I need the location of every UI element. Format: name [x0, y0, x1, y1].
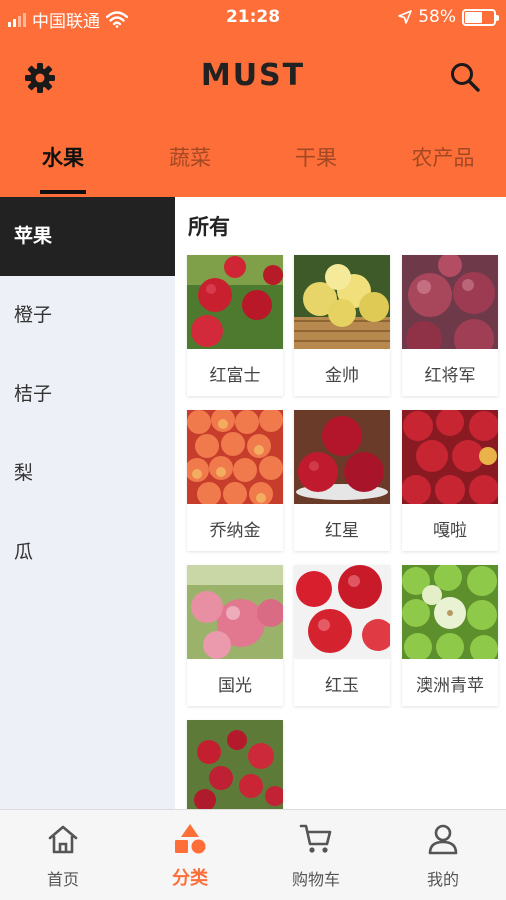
tab-fruit[interactable]: 水果: [0, 142, 126, 172]
battery-icon: [462, 8, 499, 26]
product-name: 嘎啦: [433, 521, 467, 541]
cart-icon: [299, 824, 332, 853]
product-card[interactable]: 红玉: [294, 565, 390, 706]
sidebar-item-melon[interactable]: 瓜: [0, 513, 175, 592]
tab-farm-products[interactable]: 农产品: [380, 142, 506, 172]
profile-icon: [428, 824, 458, 855]
product-name: 澳洲青苹: [416, 676, 484, 696]
search-icon[interactable]: [448, 60, 482, 94]
product-card[interactable]: 国光: [187, 565, 283, 706]
product-card[interactable]: [187, 720, 283, 809]
tabbar-home[interactable]: 首页: [0, 810, 126, 900]
product-name: 红将军: [424, 366, 476, 386]
app-title: MUST: [200, 58, 306, 93]
product-image: [187, 565, 283, 659]
tabbar-category-label: 分类: [172, 868, 208, 889]
tabbar-profile-label: 我的: [426, 870, 459, 889]
product-card[interactable]: 嘎啦: [402, 410, 498, 551]
category-tabs: 水果 蔬菜 干果 农产品: [0, 130, 506, 197]
product-image: [187, 410, 283, 506]
sidebar-item-tangerine[interactable]: 桔子: [0, 355, 175, 434]
bottom-tab-bar: 首页 分类 购物车 我的: [0, 809, 506, 900]
product-card[interactable]: 澳洲青苹: [402, 565, 498, 706]
product-card[interactable]: 金帅: [294, 255, 390, 396]
product-image: [402, 255, 498, 359]
tabbar-category[interactable]: 分类: [127, 810, 253, 900]
product-card[interactable]: 红富士: [187, 255, 283, 396]
product-name: 红玉: [325, 676, 359, 696]
category-icon: [175, 824, 206, 854]
tabbar-cart-label: 购物车: [291, 870, 340, 889]
tabbar-cart[interactable]: 购物车: [253, 810, 379, 900]
sidebar-item-orange[interactable]: 橙子: [0, 276, 175, 355]
product-image: [187, 720, 283, 809]
home-icon: [48, 825, 78, 854]
product-image: [402, 565, 498, 663]
product-card[interactable]: 红将军: [402, 255, 498, 396]
product-name: 红星: [325, 521, 359, 541]
product-name: 乔纳金: [209, 521, 261, 541]
tab-dried-fruit[interactable]: 干果: [253, 142, 379, 172]
product-image: [294, 410, 390, 504]
product-image: [294, 565, 390, 659]
status-bar: 中国联通 21:28 58%: [0, 0, 506, 34]
sidebar-item-apple[interactable]: 苹果: [0, 197, 175, 276]
product-panel: 所有 红富士 金帅 红将军 乔纳金 红星 嘎啦 国光 红玉 澳洲青苹: [175, 197, 506, 809]
product-name: 金帅: [325, 366, 359, 386]
subcategory-sidebar: 苹果 橙子 桔子 梨 瓜: [0, 197, 175, 809]
tab-vegetables[interactable]: 蔬菜: [127, 142, 253, 172]
tab-underline: [40, 190, 86, 194]
product-image: [294, 255, 390, 349]
product-card[interactable]: 红星: [294, 410, 390, 551]
product-image: [187, 255, 283, 349]
status-right: 58%: [398, 7, 499, 27]
product-name: 国光: [218, 676, 252, 696]
top-bar: 中国联通 21:28 58% MUST 水果 蔬菜 干果 农产品: [0, 0, 506, 197]
product-image: [402, 410, 498, 505]
app-header: MUST: [0, 44, 506, 110]
product-name: 红富士: [209, 366, 261, 386]
sidebar-item-pear[interactable]: 梨: [0, 434, 175, 513]
battery-percent: 58%: [418, 7, 456, 27]
product-card[interactable]: 乔纳金: [187, 410, 283, 551]
tabbar-home-label: 首页: [46, 870, 79, 889]
tabbar-profile[interactable]: 我的: [380, 810, 506, 900]
section-heading: 所有: [188, 215, 230, 239]
location-arrow-icon: [398, 10, 413, 24]
